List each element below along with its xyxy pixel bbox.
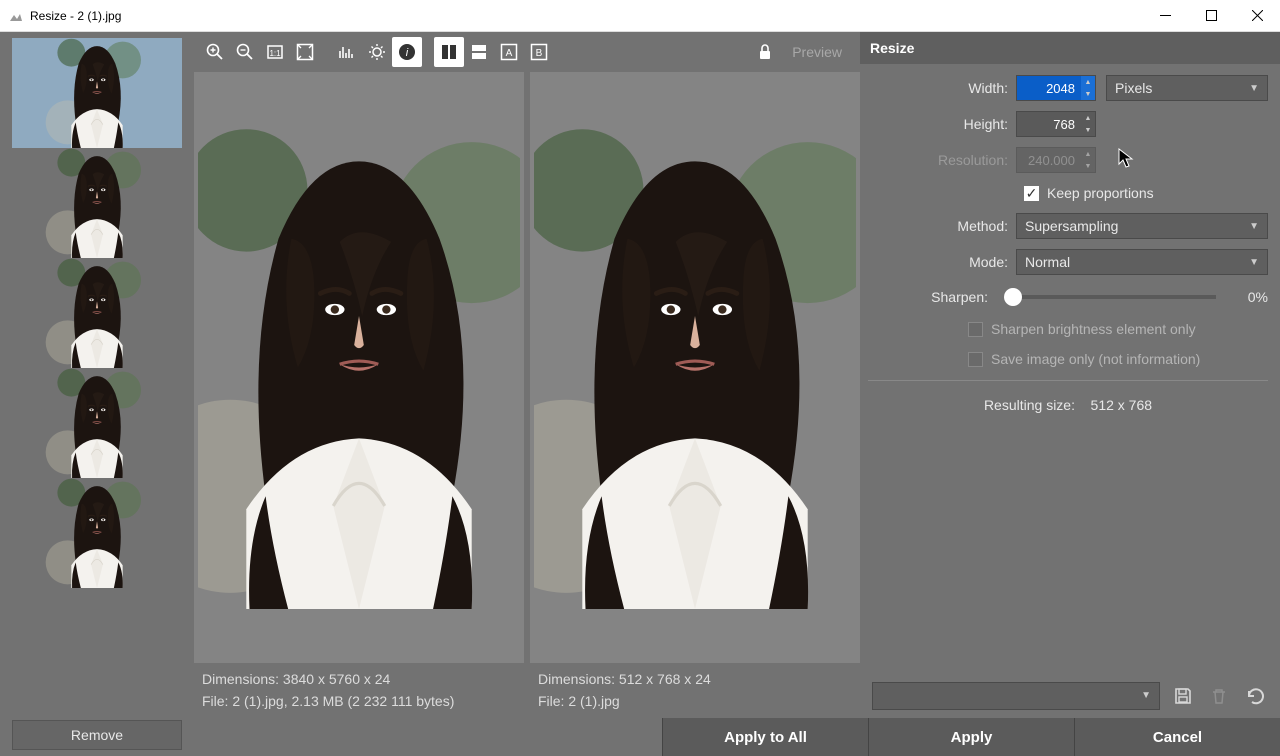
zoom-in-icon[interactable]	[200, 37, 230, 67]
thumbnail-item[interactable]	[12, 478, 182, 588]
height-step-up[interactable]: ▲	[1081, 112, 1095, 124]
zoom-fit-icon[interactable]	[290, 37, 320, 67]
maximize-button[interactable]	[1188, 0, 1234, 31]
resulting-size-value: 512 x 768	[1091, 397, 1153, 413]
height-step-down[interactable]: ▼	[1081, 124, 1095, 136]
original-dimensions: Dimensions: 3840 x 5760 x 24	[202, 669, 516, 691]
result-file: File: 2 (1).jpg	[538, 691, 852, 713]
titlebar: Resize - 2 (1).jpg	[0, 0, 1280, 32]
save-image-only-label: Save image only (not information)	[991, 351, 1200, 367]
close-button[interactable]	[1234, 0, 1280, 31]
sharpen-slider[interactable]	[1004, 295, 1216, 299]
thumbnail-item[interactable]	[12, 148, 182, 258]
result-dimensions: Dimensions: 512 x 768 x 24	[538, 669, 852, 691]
thumbnail-item[interactable]	[12, 38, 182, 148]
width-field[interactable]: ▲▼	[1016, 75, 1096, 101]
apply-button[interactable]: Apply	[868, 718, 1074, 756]
sharpen-slider-thumb[interactable]	[1004, 288, 1022, 306]
svg-text:A: A	[506, 48, 513, 59]
keep-proportions-label: Keep proportions	[1047, 185, 1154, 201]
resulting-size-label: Resulting size:	[984, 397, 1075, 413]
sharpen-label: Sharpen:	[868, 289, 996, 305]
window-title: Resize - 2 (1).jpg	[30, 9, 121, 23]
info-icon[interactable]: i	[392, 37, 422, 67]
cancel-button[interactable]: Cancel	[1074, 718, 1280, 756]
resize-panel: Resize Width: ▲▼ Pixels▼ Height: ▲▼	[860, 32, 1280, 718]
height-input[interactable]	[1017, 112, 1081, 136]
width-step-down[interactable]: ▼	[1081, 88, 1095, 100]
resolution-label: Resolution:	[868, 152, 1016, 168]
histogram-icon[interactable]	[332, 37, 362, 67]
save-image-only-checkbox[interactable]	[968, 352, 983, 367]
exposure-icon[interactable]	[362, 37, 392, 67]
svg-text:B: B	[536, 48, 543, 59]
sharpen-value: 0%	[1224, 289, 1268, 305]
zoom-actual-icon[interactable]: 1:1	[260, 37, 290, 67]
width-step-up[interactable]: ▲	[1081, 76, 1095, 88]
sharpen-brightness-label: Sharpen brightness element only	[991, 321, 1196, 337]
svg-text:1:1: 1:1	[269, 49, 281, 58]
zoom-out-icon[interactable]	[230, 37, 260, 67]
height-label: Height:	[868, 116, 1016, 132]
unit-select[interactable]: Pixels▼	[1106, 75, 1268, 101]
height-field[interactable]: ▲▼	[1016, 111, 1096, 137]
save-preset-icon[interactable]	[1170, 683, 1196, 709]
original-info-bar: Dimensions: 3840 x 5760 x 24 File: 2 (1)…	[194, 663, 524, 718]
width-label: Width:	[868, 80, 1016, 96]
original-preview-pane: Dimensions: 3840 x 5760 x 24 File: 2 (1)…	[194, 72, 524, 718]
thumbnail-item[interactable]	[12, 368, 182, 478]
keep-proportions-checkbox[interactable]: ✓	[1024, 186, 1039, 201]
preset-select[interactable]: ▼	[872, 682, 1160, 710]
thumbnail-column	[0, 32, 194, 718]
panel-title: Resize	[860, 32, 1280, 64]
sharpen-brightness-checkbox[interactable]	[968, 322, 983, 337]
minimize-button[interactable]	[1142, 0, 1188, 31]
compare-a-icon[interactable]: A	[494, 37, 524, 67]
method-label: Method:	[868, 218, 1016, 234]
original-preview-image[interactable]	[194, 72, 524, 663]
result-preview-pane: Dimensions: 512 x 768 x 24 File: 2 (1).j…	[530, 72, 860, 718]
split-vertical-icon[interactable]	[434, 37, 464, 67]
original-file: File: 2 (1).jpg, 2.13 MB (2 232 111 byte…	[202, 691, 516, 713]
result-preview-image[interactable]	[530, 72, 860, 663]
thumbnail-item[interactable]	[12, 258, 182, 368]
resolution-input	[1017, 148, 1081, 172]
preview-button[interactable]: Preview	[780, 37, 854, 67]
width-input[interactable]	[1017, 76, 1081, 100]
split-horizontal-icon[interactable]	[464, 37, 494, 67]
delete-preset-icon[interactable]	[1206, 683, 1232, 709]
mode-select[interactable]: Normal▼	[1016, 249, 1268, 275]
compare-b-icon[interactable]: B	[524, 37, 554, 67]
remove-button[interactable]: Remove	[12, 720, 182, 750]
undo-icon[interactable]	[1242, 683, 1268, 709]
preview-toolbar: 1:1 i A B Preview	[194, 32, 860, 72]
result-info-bar: Dimensions: 512 x 768 x 24 File: 2 (1).j…	[530, 663, 860, 718]
apply-to-all-button[interactable]: Apply to All	[662, 718, 868, 756]
mode-label: Mode:	[868, 254, 1016, 270]
app-icon	[8, 8, 24, 24]
footer: Remove Apply to All Apply Cancel	[0, 718, 1280, 756]
resolution-field: ▲▼	[1016, 147, 1096, 173]
lock-icon[interactable]	[750, 37, 780, 67]
method-select[interactable]: Supersampling▼	[1016, 213, 1268, 239]
